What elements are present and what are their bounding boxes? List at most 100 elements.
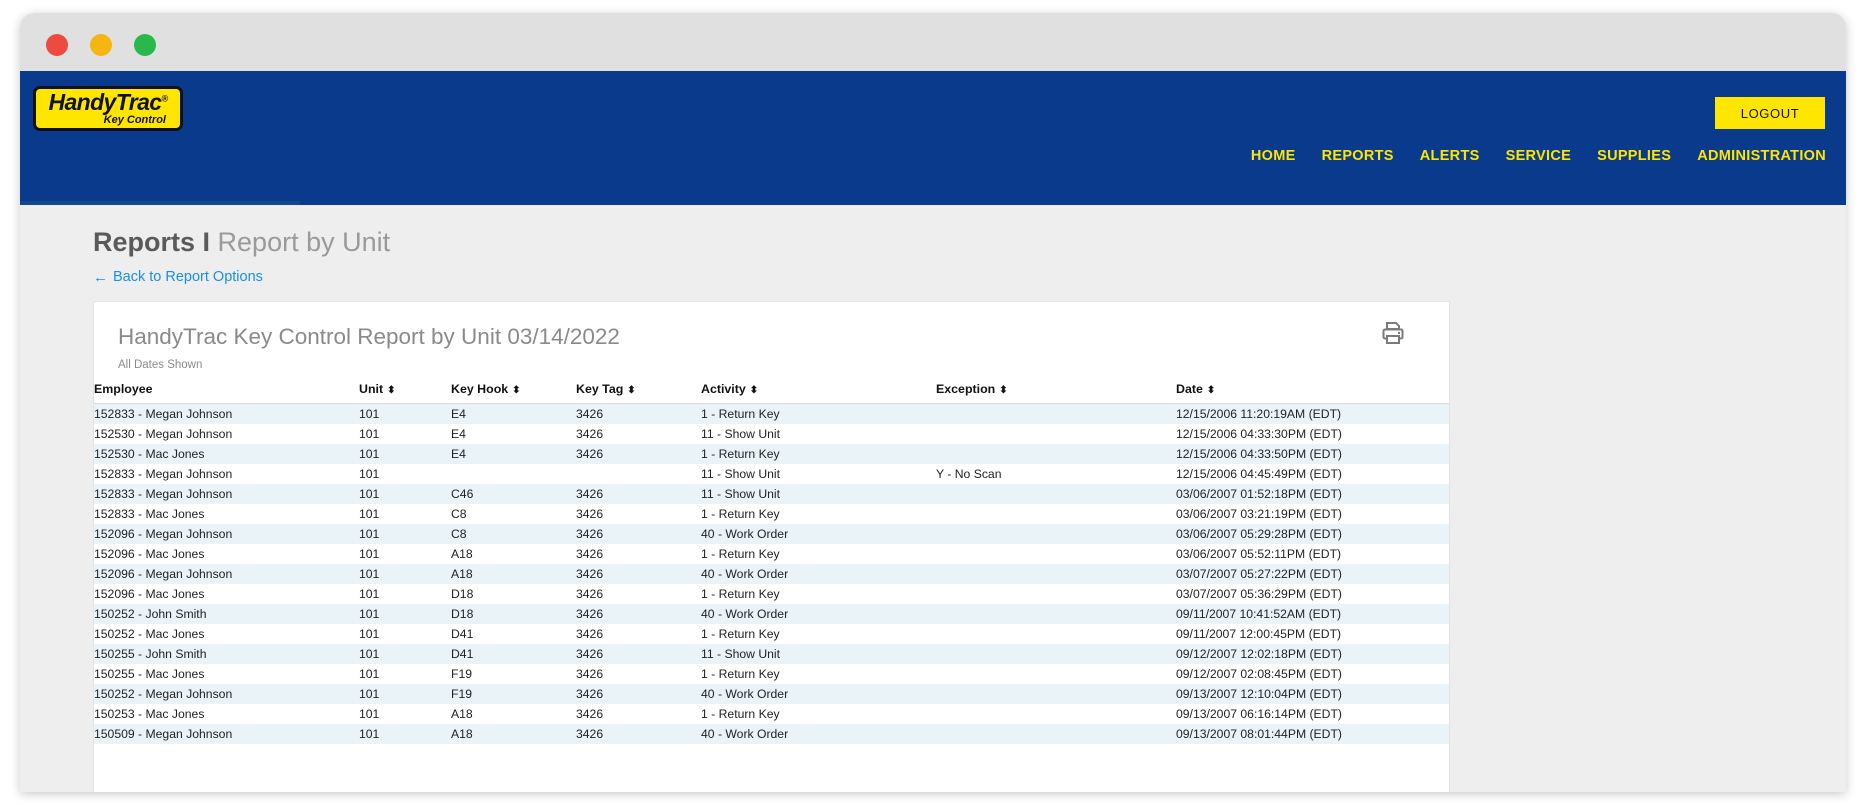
table-row[interactable]: 152096 - Megan Johnson 101 A18 3426 40 - Wor… [94, 564, 1449, 584]
table-row[interactable]: 150253 - Mac Jones 101 A18 3426 1 - Return K… [94, 704, 1449, 724]
cell-key-tag: 3426 [576, 647, 604, 661]
print-button[interactable] [1380, 320, 1406, 346]
cell-key-tag: 3426 [576, 607, 604, 621]
cell-activity: 1 - Return Key [701, 587, 780, 601]
cell-exception [936, 664, 1176, 684]
nav-item-service[interactable]: SERVICE [1506, 148, 1572, 164]
cell-key-tag: 3426 [576, 547, 604, 561]
table-row[interactable]: 150252 - Mac Jones 101 D41 3426 1 - Return K… [94, 624, 1449, 644]
table-row[interactable]: 152096 - Mac Jones 101 A18 3426 1 - Return K… [94, 544, 1449, 564]
cell-exception [936, 404, 1176, 425]
cell-key-tag: 3426 [576, 427, 604, 441]
column-header-unit[interactable]: Unit ⬍ [359, 378, 451, 404]
column-header-key-tag-label: Key Tag [576, 382, 624, 396]
cell-key-hook: C8 [451, 507, 467, 521]
table-row[interactable]: 150509 - Megan Johnson 101 A18 3426 40 - Wor… [94, 724, 1449, 744]
cell-unit: 101 [359, 507, 380, 521]
cell-activity: 11 - Show Unit [701, 427, 781, 441]
cell-unit: 101 [359, 647, 380, 661]
table-row[interactable]: 152096 - Megan Johnson 101 C8 3426 40 - Work… [94, 524, 1449, 544]
cell-date: 03/06/2007 05:52:11PM (EDT) [1176, 547, 1342, 561]
table-row[interactable]: 150255 - John Smith 101 D41 3426 11 - Show U… [94, 644, 1449, 664]
cell-exception [936, 504, 1176, 524]
window-minimize-button[interactable] [90, 34, 112, 56]
column-header-activity[interactable]: Activity ⬍ [701, 378, 936, 404]
cell-date: 03/07/2007 05:36:29PM (EDT) [1176, 587, 1342, 601]
table-row[interactable]: 150252 - Megan Johnson 101 F19 3426 40 - Wor… [94, 684, 1449, 704]
nav-item-alerts[interactable]: ALERTS [1420, 148, 1480, 164]
cell-key-hook: D41 [451, 627, 474, 641]
sort-icon-date[interactable]: ⬍ [1207, 386, 1215, 396]
table-row[interactable]: 150252 - John Smith 101 D18 3426 40 - Work O… [94, 604, 1449, 624]
column-header-employee[interactable]: Employee [94, 378, 359, 404]
handytrac-logo[interactable]: HandyTrac® Key Control [33, 86, 183, 131]
cell-key-hook: D41 [451, 647, 474, 661]
cell-unit: 101 [359, 527, 380, 541]
sort-icon-exception[interactable]: ⬍ [999, 386, 1007, 396]
column-header-date[interactable]: Date ⬍ [1176, 378, 1449, 404]
column-header-employee-label: Employee [94, 382, 153, 396]
report-header: HandyTrac Key Control Report by Unit 03/… [94, 302, 1449, 371]
cell-exception: Y - No Scan [936, 467, 1002, 481]
cell-employee: 150252 - Mac Jones [94, 627, 205, 641]
cell-activity: 40 - Work Order [701, 607, 789, 621]
cell-exception [936, 584, 1176, 604]
cell-activity: 1 - Return Key [701, 407, 780, 421]
cell-exception [936, 624, 1176, 644]
table-row[interactable]: 152833 - Mac Jones 101 C8 3426 1 - Return Ke… [94, 504, 1449, 524]
logout-button[interactable]: LOGOUT [1715, 97, 1825, 129]
table-header-row: Employee Unit ⬍ Key Hook ⬍ Key Tag ⬍ Activi… [94, 378, 1449, 404]
cell-employee: 150252 - John Smith [94, 607, 207, 621]
sort-icon-key-tag[interactable]: ⬍ [627, 386, 635, 396]
table-row[interactable]: 152833 - Megan Johnson 101 11 - Show Unit Y… [94, 464, 1449, 484]
nav-item-home[interactable]: HOME [1251, 148, 1296, 164]
nav-item-reports[interactable]: REPORTS [1322, 148, 1394, 164]
column-header-key-tag[interactable]: Key Tag ⬍ [576, 378, 701, 404]
cell-exception [936, 444, 1176, 464]
cell-unit: 101 [359, 447, 380, 461]
table-row[interactable]: 152530 - Megan Johnson 101 E4 3426 11 - Show… [94, 424, 1449, 444]
sort-icon-unit[interactable]: ⬍ [387, 386, 395, 396]
cell-key-tag: 3426 [576, 627, 604, 641]
back-to-report-options-link[interactable]: ← Back to Report Options [93, 269, 263, 285]
cell-date: 09/12/2007 02:08:45PM (EDT) [1176, 667, 1342, 681]
printer-icon [1382, 322, 1404, 344]
table-row[interactable]: 152833 - Megan Johnson 101 C46 3426 11 - Sho… [94, 484, 1449, 504]
cell-exception [936, 484, 1176, 504]
cell-key-hook: E4 [451, 427, 466, 441]
cell-key-tag: 3426 [576, 567, 604, 581]
window-close-button[interactable] [46, 34, 68, 56]
cell-unit: 101 [359, 487, 380, 501]
cell-unit: 101 [359, 687, 380, 701]
cell-unit: 101 [359, 627, 380, 641]
report-table-body: 152833 - Megan Johnson 101 E4 3426 1 - Retur… [94, 403, 1449, 744]
nav-item-supplies[interactable]: SUPPLIES [1597, 148, 1671, 164]
back-link-label: Back to Report Options [113, 269, 263, 285]
column-header-key-hook[interactable]: Key Hook ⬍ [451, 378, 576, 404]
window-zoom-button[interactable] [134, 34, 156, 56]
cell-activity: 40 - Work Order [701, 527, 789, 541]
table-row[interactable]: 152530 - Mac Jones 101 E4 3426 1 - Return Ke… [94, 444, 1449, 464]
table-row[interactable]: 152833 - Megan Johnson 101 E4 3426 1 - Retur… [94, 403, 1449, 425]
sort-icon-activity[interactable]: ⬍ [750, 386, 758, 396]
cell-key-hook: A18 [451, 567, 473, 581]
report-table: Employee Unit ⬍ Key Hook ⬍ Key Tag ⬍ Activi… [94, 378, 1449, 744]
column-header-exception[interactable]: Exception ⬍ [936, 378, 1176, 404]
table-row[interactable]: 152096 - Mac Jones 101 D18 3426 1 - Return K… [94, 584, 1449, 604]
cell-date: 12/15/2006 04:33:50PM (EDT) [1176, 447, 1342, 461]
cell-exception [936, 644, 1176, 664]
main-navigation: HOME REPORTS ALERTS SERVICE SUPPLIES ADM… [1251, 148, 1826, 164]
cell-exception [936, 684, 1176, 704]
report-table-head: Employee Unit ⬍ Key Hook ⬍ Key Tag ⬍ Activi… [94, 378, 1449, 404]
page-title-subsection: Report by Unit [210, 227, 391, 257]
cell-activity: 40 - Work Order [701, 567, 789, 581]
cell-activity: 11 - Show Unit [701, 487, 781, 501]
nav-item-administration[interactable]: ADMINISTRATION [1697, 148, 1826, 164]
column-header-key-hook-label: Key Hook [451, 382, 509, 396]
report-date-range-label: All Dates Shown [118, 359, 203, 371]
report-title: HandyTrac Key Control Report by Unit 03/… [118, 324, 620, 349]
cell-exception [936, 704, 1176, 724]
sort-icon-key-hook[interactable]: ⬍ [512, 386, 520, 396]
cell-activity: 1 - Return Key [701, 547, 780, 561]
table-row[interactable]: 150255 - Mac Jones 101 F19 3426 1 - Return K… [94, 664, 1449, 684]
